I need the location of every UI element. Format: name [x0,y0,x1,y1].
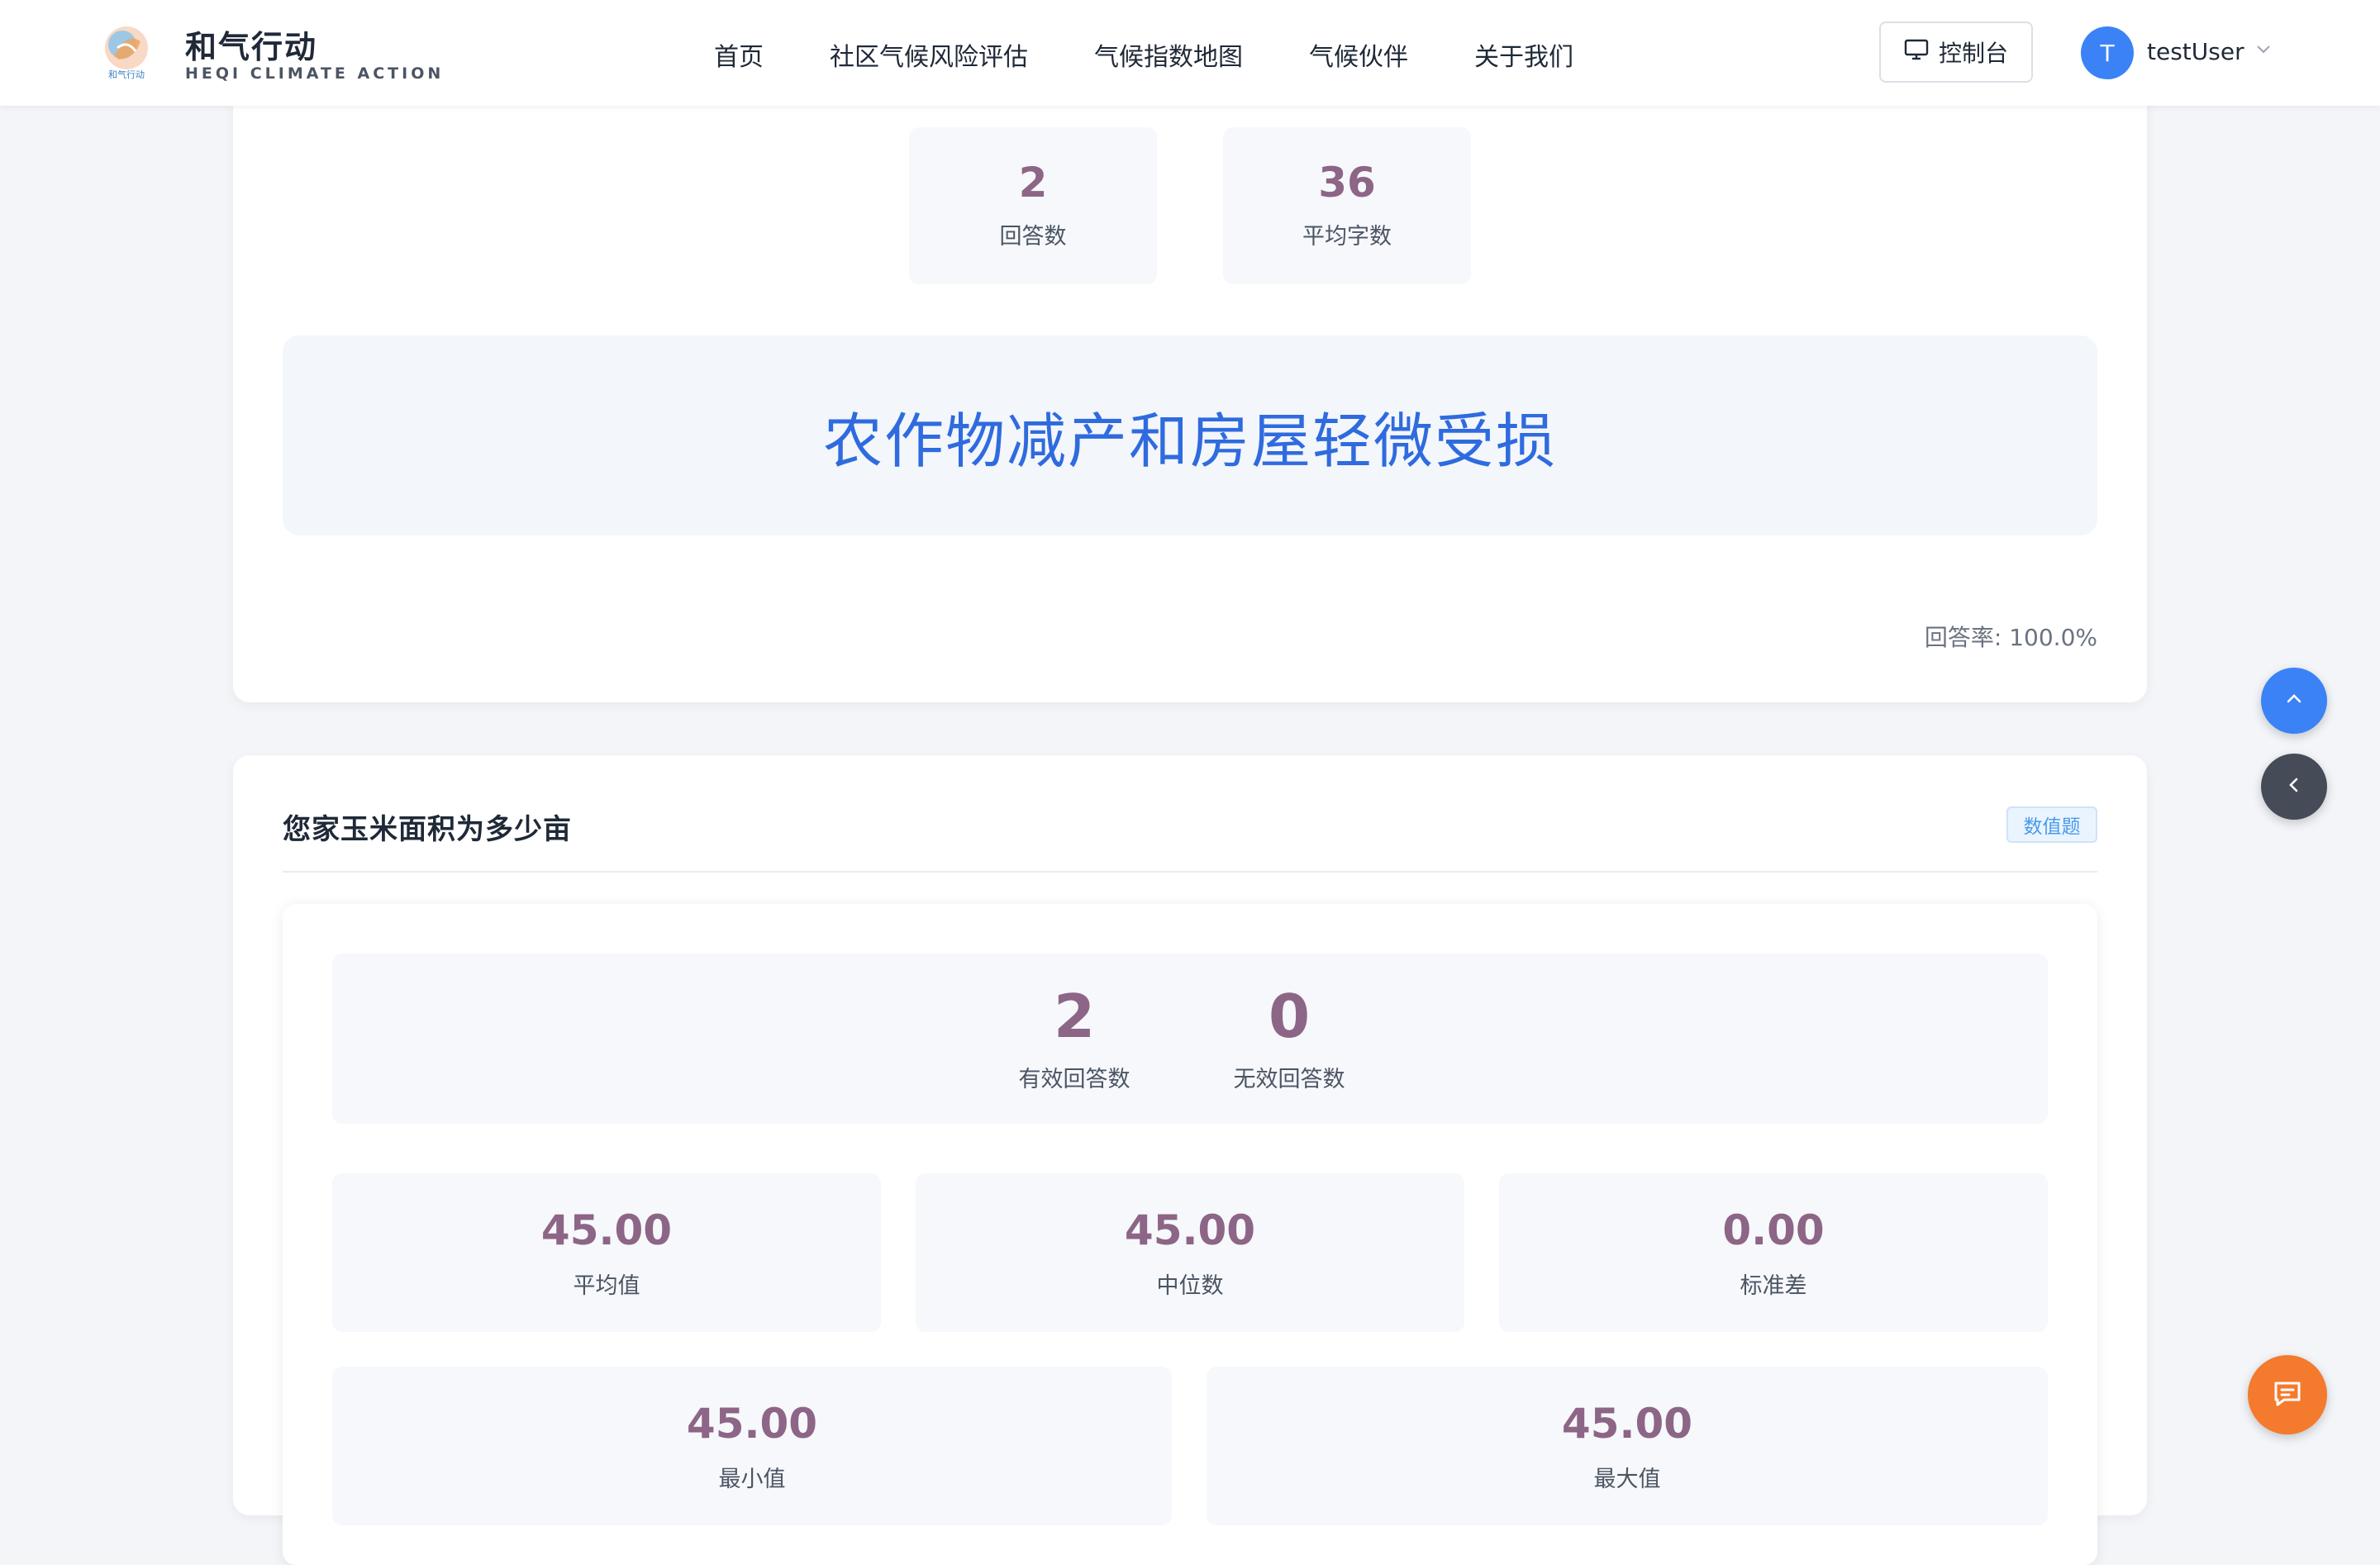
stat-label: 最大值 [1593,1467,1661,1492]
count-label: 无效回答数 [1233,1067,1345,1092]
count-label: 有效回答数 [1018,1067,1130,1092]
divider [283,871,2097,873]
logo[interactable]: 和气行动 [99,23,154,83]
count-value: 2 [1053,982,1096,1051]
stat-value: 2 [1018,159,1048,207]
chevron-down-icon[interactable] [2254,40,2273,61]
brand-name: 和气行动 [185,29,318,65]
stat-value: 36 [1318,159,1376,207]
stat-label: 回答数 [999,224,1067,250]
stat-label: 平均值 [573,1273,640,1299]
stat-min: 45.00 最小值 [332,1367,1172,1525]
stat-value: 0.00 [1722,1206,1825,1254]
logo-text: 和气行动 [108,69,145,80]
count-value: 0 [1268,982,1311,1051]
console-button[interactable]: 控制台 [1879,21,2033,83]
nav-partners[interactable]: 气候伙伴 [1309,36,1408,73]
stat-avg-chars: 36 平均字数 [1223,127,1471,284]
monitor-icon [1904,38,1929,67]
invalid-count: 0 无效回答数 [1198,987,1380,1093]
question-card-current: 您家玉米面积为多少亩 数值题 2 有效回答数 0 无效回答数 45.00 平均值… [233,755,2147,1565]
nav-home[interactable]: 首页 [714,36,764,73]
stat-value: 45.00 [1124,1206,1256,1254]
question-card-previous: 2 回答数 36 平均字数 农作物减产和房屋轻微受损 回答率: 100.0% [233,66,2147,702]
stat-label: 中位数 [1156,1273,1224,1299]
chevron-up-icon [2283,688,2305,713]
chat-button[interactable] [2248,1355,2327,1434]
stat-mean: 45.00 平均值 [332,1173,881,1332]
chat-icon [2271,1377,2304,1413]
collapse-button[interactable] [2261,754,2327,820]
top-header: 和气行动 和气行动 HEQI CLIMATE ACTION 首页 社区气候风险评… [0,0,2380,106]
stat-label: 平均字数 [1302,224,1392,250]
stats-panel: 2 有效回答数 0 无效回答数 45.00 平均值 45.00 中位数 0.00… [283,904,2097,1565]
stat-answer-count: 2 回答数 [909,127,1157,284]
scroll-top-button[interactable] [2261,668,2327,734]
response-count-box: 2 有效回答数 0 无效回答数 [332,954,2048,1124]
stat-stddev: 0.00 标准差 [1499,1173,2048,1332]
response-rate: 回答率: 100.0% [1924,624,2097,651]
chevron-left-icon [2283,774,2305,799]
username[interactable]: testUser [2147,38,2244,65]
stat-max: 45.00 最大值 [1207,1367,2048,1525]
valid-count: 2 有效回答数 [983,987,1165,1093]
stat-label: 最小值 [718,1467,786,1492]
answer-text: 农作物减产和房屋轻微受损 [822,406,1557,476]
answer-highlight: 农作物减产和房屋轻微受损 [283,335,2097,535]
question-title: 您家玉米面积为多少亩 [283,813,572,846]
avatar[interactable]: T [2081,26,2134,79]
stat-value: 45.00 [540,1206,673,1254]
brand-subtitle: HEQI CLIMATE ACTION [185,64,445,83]
stat-value: 45.00 [1561,1400,1693,1448]
nav-climate-map[interactable]: 气候指数地图 [1094,36,1243,73]
stat-median: 45.00 中位数 [916,1173,1464,1332]
stat-label: 标准差 [1740,1273,1807,1299]
nav-community-risk[interactable]: 社区气候风险评估 [830,36,1028,73]
stat-value: 45.00 [686,1400,818,1448]
question-type-badge: 数值题 [2006,806,2097,843]
console-label: 控制台 [1938,40,2008,67]
nav-about[interactable]: 关于我们 [1474,36,1573,73]
